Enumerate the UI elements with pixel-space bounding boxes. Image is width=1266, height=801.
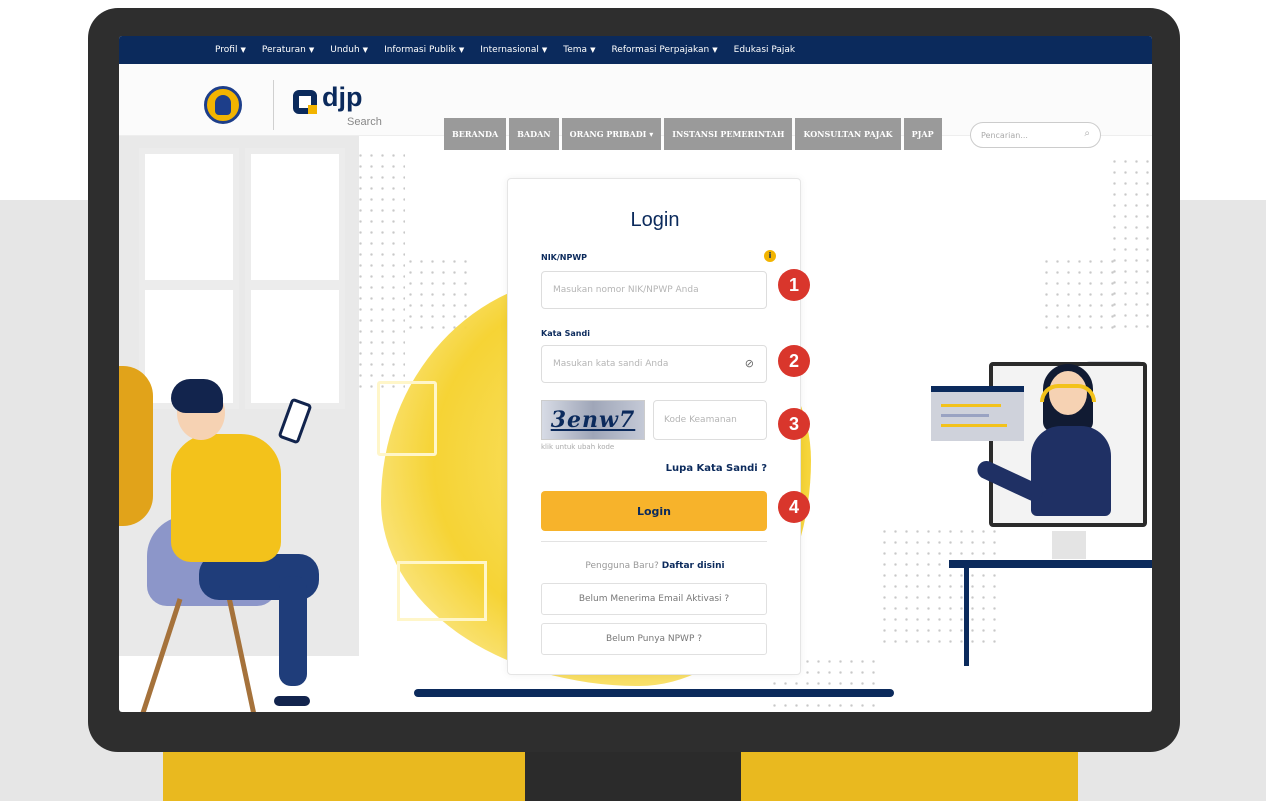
new-user-prefix: Pengguna Baru? [585,561,659,571]
window-pane [139,148,239,286]
chevron-down-icon: ▼ [308,46,315,54]
chevron-down-icon: ▼ [458,46,465,54]
topnav-item-reformasi-perpajakan[interactable]: Reformasi Perpajakan ▼ [611,45,717,55]
step-badge-2: 2 [778,345,810,377]
topnav-item-unduh[interactable]: Unduh ▼ [330,45,368,55]
chevron-down-icon: ▼ [240,46,246,54]
plant [119,366,153,526]
headset-icon [1040,384,1096,402]
window-pane [245,148,345,286]
captcha-image[interactable]: 3enw7 [541,400,645,440]
topnav-item-edukasi-pajak[interactable]: Edukasi Pajak [734,45,796,55]
login-card: Login NIK/NPWP i Masukan nomor NIK/NPWP … [507,178,801,675]
chevron-down-icon: ▼ [712,46,718,54]
top-navigation: Profil ▼ Peraturan ▼ Unduh ▼ Informasi Publ… [119,36,1152,64]
login-button[interactable]: Login [541,491,767,531]
board-line [941,404,1001,407]
document-outline [377,381,437,456]
activation-email-button[interactable]: Belum Menerima Email Aktivasi ? [541,583,767,615]
password-input[interactable]: Masukan kata sandi Anda ⊘ [541,345,767,383]
register-link[interactable]: Daftar disini [662,561,725,571]
step-badge-4: 4 [778,491,810,523]
step-badge-3: 3 [778,408,810,440]
info-board [931,386,1024,441]
chevron-down-icon: ▼ [541,46,548,54]
topnav-item-tema[interactable]: Tema ▼ [563,45,595,55]
window-pane [245,284,345,409]
divider [541,541,767,542]
eye-slash-icon[interactable]: ⊘ [745,357,754,370]
nik-npwp-input[interactable]: Masukan nomor NIK/NPWP Anda [541,271,767,309]
info-icon[interactable]: i [764,250,776,262]
chevron-down-icon: ▼ [362,46,369,54]
woman-torso [1031,426,1111,516]
nik-label: NIK/NPWP [541,253,588,262]
board-line [941,424,1007,427]
nik-placeholder: Masukan nomor NIK/NPWP Anda [553,285,699,295]
man-shoe [274,696,310,706]
djp-logo-icon[interactable] [293,90,317,114]
step-badge-1: 1 [778,269,810,301]
captcha-placeholder: Kode Keamanan [664,415,737,425]
password-label: Kata Sandi [541,329,590,338]
chevron-down-icon: ▼ [590,46,596,54]
topnav-item-profil[interactable]: Profil ▼ [215,45,246,55]
browser-screen: Profil ▼ Peraturan ▼ Unduh ▼ Informasi Publ… [119,36,1152,712]
desktop-monitor-stand [1052,531,1086,559]
topnav-item-informasi-publik[interactable]: Informasi Publik ▼ [384,45,464,55]
desk-line [414,689,894,697]
envelope-outline [397,561,487,621]
dot-pattern [355,150,405,390]
man-torso [171,434,281,562]
no-npwp-button[interactable]: Belum Punya NPWP ? [541,623,767,655]
topnav-item-peraturan[interactable]: Peraturan ▼ [262,45,314,55]
monitor-stand-neck [525,748,741,801]
dot-pattern [1041,256,1121,336]
djp-logo-text[interactable]: djp [322,82,363,113]
desk-leg [964,566,969,666]
logo-subtext: Search [347,116,382,128]
man-hair [171,379,223,413]
new-user-text: Pengguna Baru? Daftar disini [508,561,802,571]
board-line [941,414,989,417]
captcha-input[interactable]: Kode Keamanan [653,400,767,440]
captcha-hint: klik untuk ubah kode [541,443,615,451]
site-header: djp Search BERANDA BADAN ORANG PRIBADI ▾… [119,64,1152,150]
man-leg [279,576,307,686]
password-placeholder: Masukan kata sandi Anda [553,359,669,369]
desk-top [949,560,1152,568]
kemenkeu-emblem-icon[interactable] [204,86,242,124]
dot-pattern [879,526,999,646]
login-title: Login [630,209,680,231]
topnav-item-internasional[interactable]: Internasional ▼ [480,45,547,55]
forgot-password-link[interactable]: Lupa Kata Sandi ? [666,463,767,474]
header-divider [273,80,274,130]
tutorial-illustration: Profil ▼ Peraturan ▼ Unduh ▼ Informasi Publ… [0,0,1266,801]
